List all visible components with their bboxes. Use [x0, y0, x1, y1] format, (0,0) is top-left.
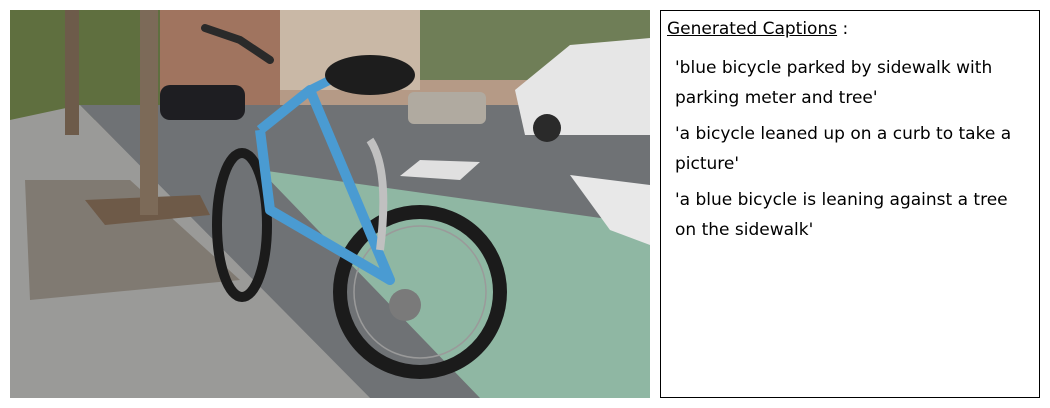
captions-heading-suffix: : — [837, 19, 849, 39]
captions-panel: Generated Captions : 'blue bicycle parke… — [660, 10, 1040, 398]
tree-trunk — [140, 10, 158, 215]
suv — [408, 92, 486, 124]
bicycle-photo — [10, 10, 650, 398]
bicycle-photo-illustration — [10, 10, 650, 398]
tree-trunk-far — [65, 10, 79, 135]
left-trees — [10, 10, 160, 120]
captions-heading-text: Generated Captions — [667, 19, 838, 39]
parked-car — [160, 85, 245, 120]
bicycle-saddle — [325, 55, 415, 95]
caption-item: 'a bicycle leaned up on a curb to take a… — [675, 124, 1012, 174]
caption-list: 'blue bicycle parked by sidewalk with pa… — [667, 53, 1033, 245]
captions-heading: Generated Captions : — [667, 17, 1033, 41]
rear-cassette — [389, 289, 421, 321]
van-wheel — [533, 114, 561, 142]
caption-item: 'blue bicycle parked by sidewalk with pa… — [675, 58, 993, 108]
caption-item: 'a blue bicycle is leaning against a tre… — [675, 190, 1008, 240]
